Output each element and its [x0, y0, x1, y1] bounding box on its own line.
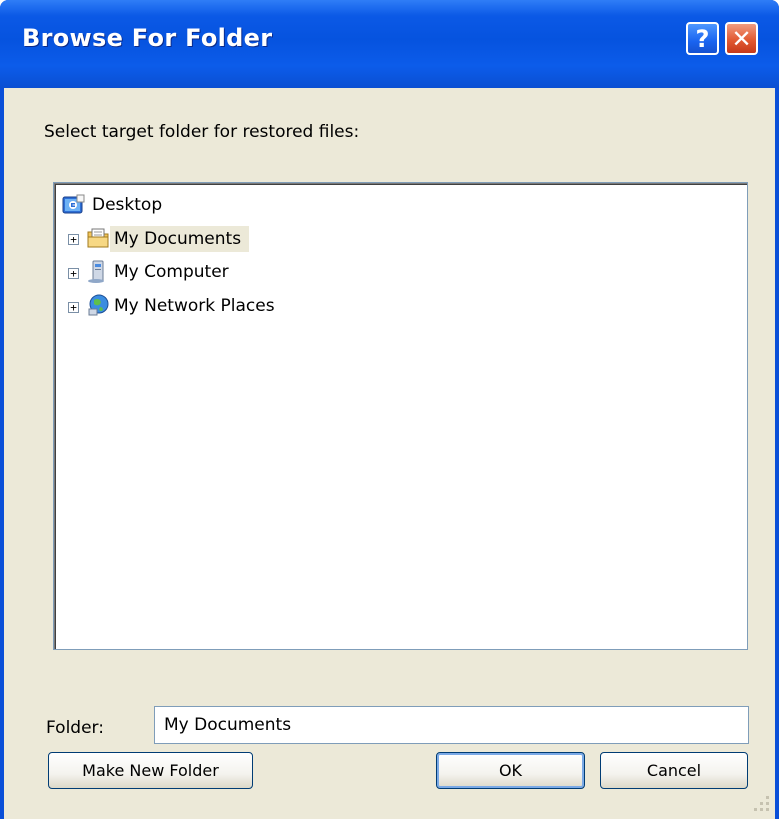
tree-node-my-computer[interactable]: + My Computer [66, 259, 296, 287]
close-button[interactable]: ✕ [725, 22, 758, 55]
tree-node-my-network-places[interactable]: + My Network Places [66, 293, 346, 321]
network-places-icon [88, 294, 109, 316]
ok-button[interactable]: OK [436, 752, 585, 789]
browse-for-folder-dialog: Browse For Folder ? ✕ Select target fold… [0, 0, 779, 819]
folder-name-input[interactable] [154, 706, 749, 744]
tree-node-label: Desktop [92, 195, 163, 215]
resize-grip-icon[interactable] [748, 790, 772, 814]
ok-label: OK [498, 761, 523, 780]
instruction-text: Select target folder for restored files: [44, 122, 360, 142]
expand-plus-icon[interactable]: + [68, 268, 79, 279]
expand-plus-icon[interactable]: + [68, 302, 79, 313]
my-documents-icon [87, 228, 109, 248]
tree-node-label: My Computer [114, 262, 229, 282]
help-icon: ? [695, 24, 710, 53]
cancel-label: Cancel [646, 761, 702, 780]
help-button[interactable]: ? [686, 22, 719, 55]
tree-node-label: My Documents [110, 226, 250, 252]
my-computer-icon [88, 260, 104, 283]
folder-label: Folder: [46, 718, 104, 738]
expand-plus-icon[interactable]: + [68, 234, 79, 245]
cancel-button[interactable]: Cancel [600, 752, 748, 789]
tree-node-label: My Network Places [114, 296, 275, 316]
tree-node-desktop[interactable]: Desktop [62, 192, 262, 220]
make-new-folder-label: Make New Folder [82, 761, 219, 780]
folder-tree[interactable]: Desktop + My Documents + My Computer + M… [53, 182, 748, 650]
desktop-icon [62, 194, 85, 214]
make-new-folder-button[interactable]: Make New Folder [48, 752, 253, 789]
tree-node-my-documents[interactable]: + My Documents [66, 225, 296, 253]
close-icon: ✕ [731, 24, 752, 53]
title-bar[interactable]: Browse For Folder ? ✕ [0, 0, 779, 88]
dialog-title: Browse For Folder [22, 24, 273, 52]
